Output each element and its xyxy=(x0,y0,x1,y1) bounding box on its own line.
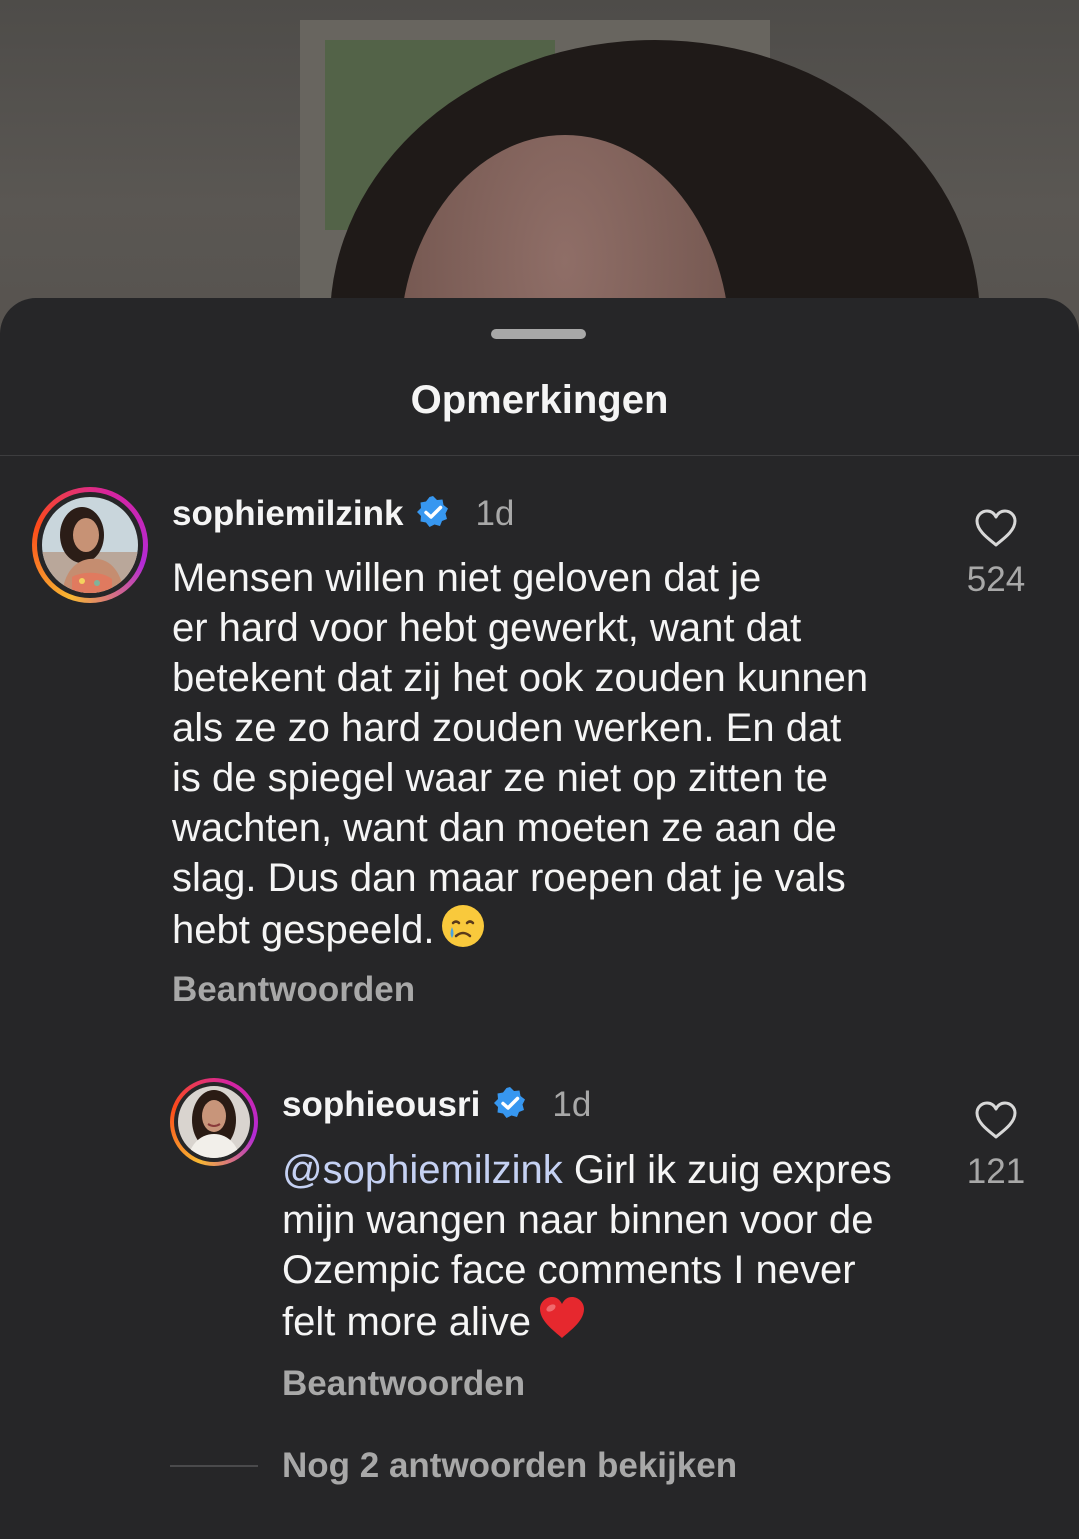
comment-text-line: slag. Dus dan maar roepen dat je vals xyxy=(172,856,846,900)
comment-text-line: felt more alive xyxy=(282,1300,531,1344)
reply-button[interactable]: Beantwoorden xyxy=(172,970,415,1010)
comment-text: @sophiemilzink Girl ik zuig expres mijn … xyxy=(282,1145,952,1353)
sheet-divider xyxy=(0,455,1079,456)
comment-text-line: @sophiemilzink Girl ik zuig expres xyxy=(282,1145,952,1195)
reply-button[interactable]: Beantwoorden xyxy=(282,1364,525,1404)
comments-sheet: Opmerkingen sophiemilzink 1d Mensen will… xyxy=(0,298,1079,1539)
comment-text-line: betekent dat zij het ook zouden kunnen xyxy=(172,656,869,700)
crying-face-emoji-icon xyxy=(440,903,486,961)
comment-text-line: als ze zo hard zouden werken. En dat xyxy=(172,706,842,750)
replies-thread-line xyxy=(170,1465,258,1467)
comment-text-line: is de spiegel waar ze niet op zitten te xyxy=(172,756,828,800)
comment-text-line: Mensen willen niet geloven dat je xyxy=(172,556,762,600)
comment-text-line-last: felt more alive xyxy=(282,1295,952,1353)
comment-text-line: hebt gespeeld. xyxy=(172,908,435,952)
avatar-photo xyxy=(178,1086,250,1158)
avatar xyxy=(178,1086,250,1158)
comment-time: 1d xyxy=(552,1085,592,1124)
view-more-replies-label: Nog 2 antwoorden bekijken xyxy=(282,1446,738,1485)
like-count: 524 xyxy=(966,560,1026,599)
comment-text-line-last: hebt gespeeld. xyxy=(172,903,942,961)
avatar-story-ring[interactable] xyxy=(170,1078,258,1166)
comment-text-line: wachten, want dan moeten ze aan de xyxy=(172,806,837,850)
comment-text-line: er hard voor hebt gewerkt, want dat xyxy=(172,606,802,650)
like-count: 121 xyxy=(966,1152,1026,1191)
sheet-title: Opmerkingen xyxy=(410,378,669,422)
verified-badge-icon xyxy=(415,494,451,535)
like-heart-icon[interactable] xyxy=(974,1100,1018,1145)
avatar-story-ring[interactable] xyxy=(32,487,148,603)
avatar xyxy=(42,497,138,593)
sheet-drag-handle[interactable] xyxy=(491,329,586,339)
comment-username[interactable]: sophieousri xyxy=(282,1085,480,1125)
video-background xyxy=(0,0,1079,340)
comment-username[interactable]: sophiemilzink xyxy=(172,494,403,534)
comment-text-line: mijn wangen naar binnen voor de xyxy=(282,1198,874,1242)
comment-text-line: Ozempic face comments I never xyxy=(282,1248,856,1292)
comment-meta: sophiemilzink 1d xyxy=(172,490,514,538)
comment-text-line: Girl ik zuig expres xyxy=(562,1148,892,1192)
comment-text: Mensen willen niet geloven dat je er har… xyxy=(172,553,942,961)
verified-badge-icon xyxy=(492,1085,528,1126)
like-heart-icon[interactable] xyxy=(974,508,1018,553)
mention-link[interactable]: @sophiemilzink xyxy=(282,1148,563,1192)
comment-time: 1d xyxy=(475,494,515,533)
comment-meta: sophieousri 1d xyxy=(282,1081,591,1129)
red-heart-emoji-icon xyxy=(537,1295,587,1353)
view-more-replies-button[interactable]: Nog 2 antwoorden bekijken xyxy=(170,1442,737,1490)
avatar-photo xyxy=(42,497,138,593)
